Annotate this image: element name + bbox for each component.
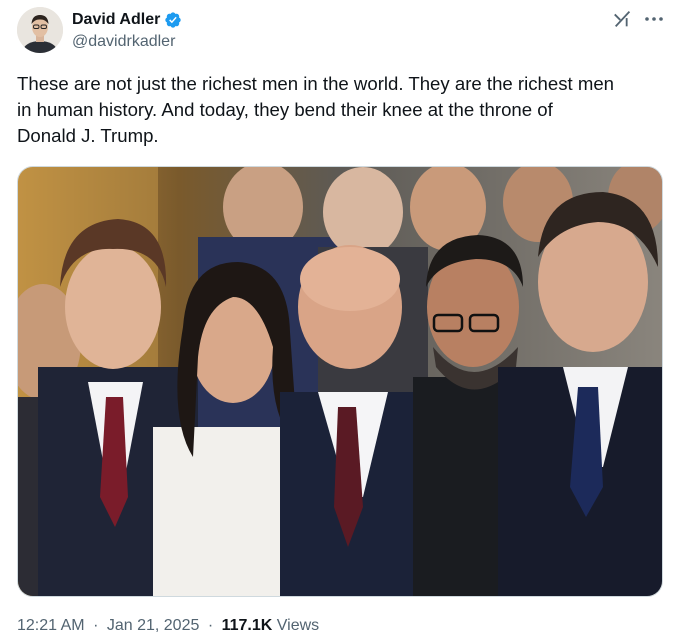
tweet-text-line: Donald J. Trump.: [17, 125, 159, 146]
more-options-icon[interactable]: [642, 8, 666, 30]
tweet-text-line: in human history. And today, they bend t…: [17, 99, 553, 120]
author-avatar[interactable]: [17, 7, 63, 53]
tweet-time[interactable]: 12:21 AM: [17, 617, 85, 634]
author-handle[interactable]: @davidrkadler: [72, 33, 175, 51]
user-avatar-icon: [17, 7, 63, 53]
tweet-meta: 12:21 AM · Jan 21, 2025 · 117.1K Views: [17, 617, 319, 635]
grok-icon[interactable]: [612, 8, 634, 30]
author-name-row: David Adler: [72, 10, 182, 30]
meta-separator: ·: [207, 617, 214, 634]
tweet-text: These are not just the richest men in th…: [17, 71, 677, 149]
tweet-date[interactable]: Jan 21, 2025: [107, 617, 200, 634]
views-label: Views: [276, 617, 320, 634]
tweet-card: David Adler @davidrkadler These are not …: [0, 0, 700, 641]
verified-badge-icon: [165, 12, 182, 28]
author-display-name[interactable]: David Adler: [72, 11, 160, 29]
tweet-text-line: These are not just the richest men in th…: [17, 73, 615, 94]
views-count: 117.1K: [221, 617, 273, 634]
meta-separator: ·: [93, 617, 99, 634]
tweet-photo[interactable]: [17, 166, 663, 597]
group-photo-image: [18, 167, 662, 596]
